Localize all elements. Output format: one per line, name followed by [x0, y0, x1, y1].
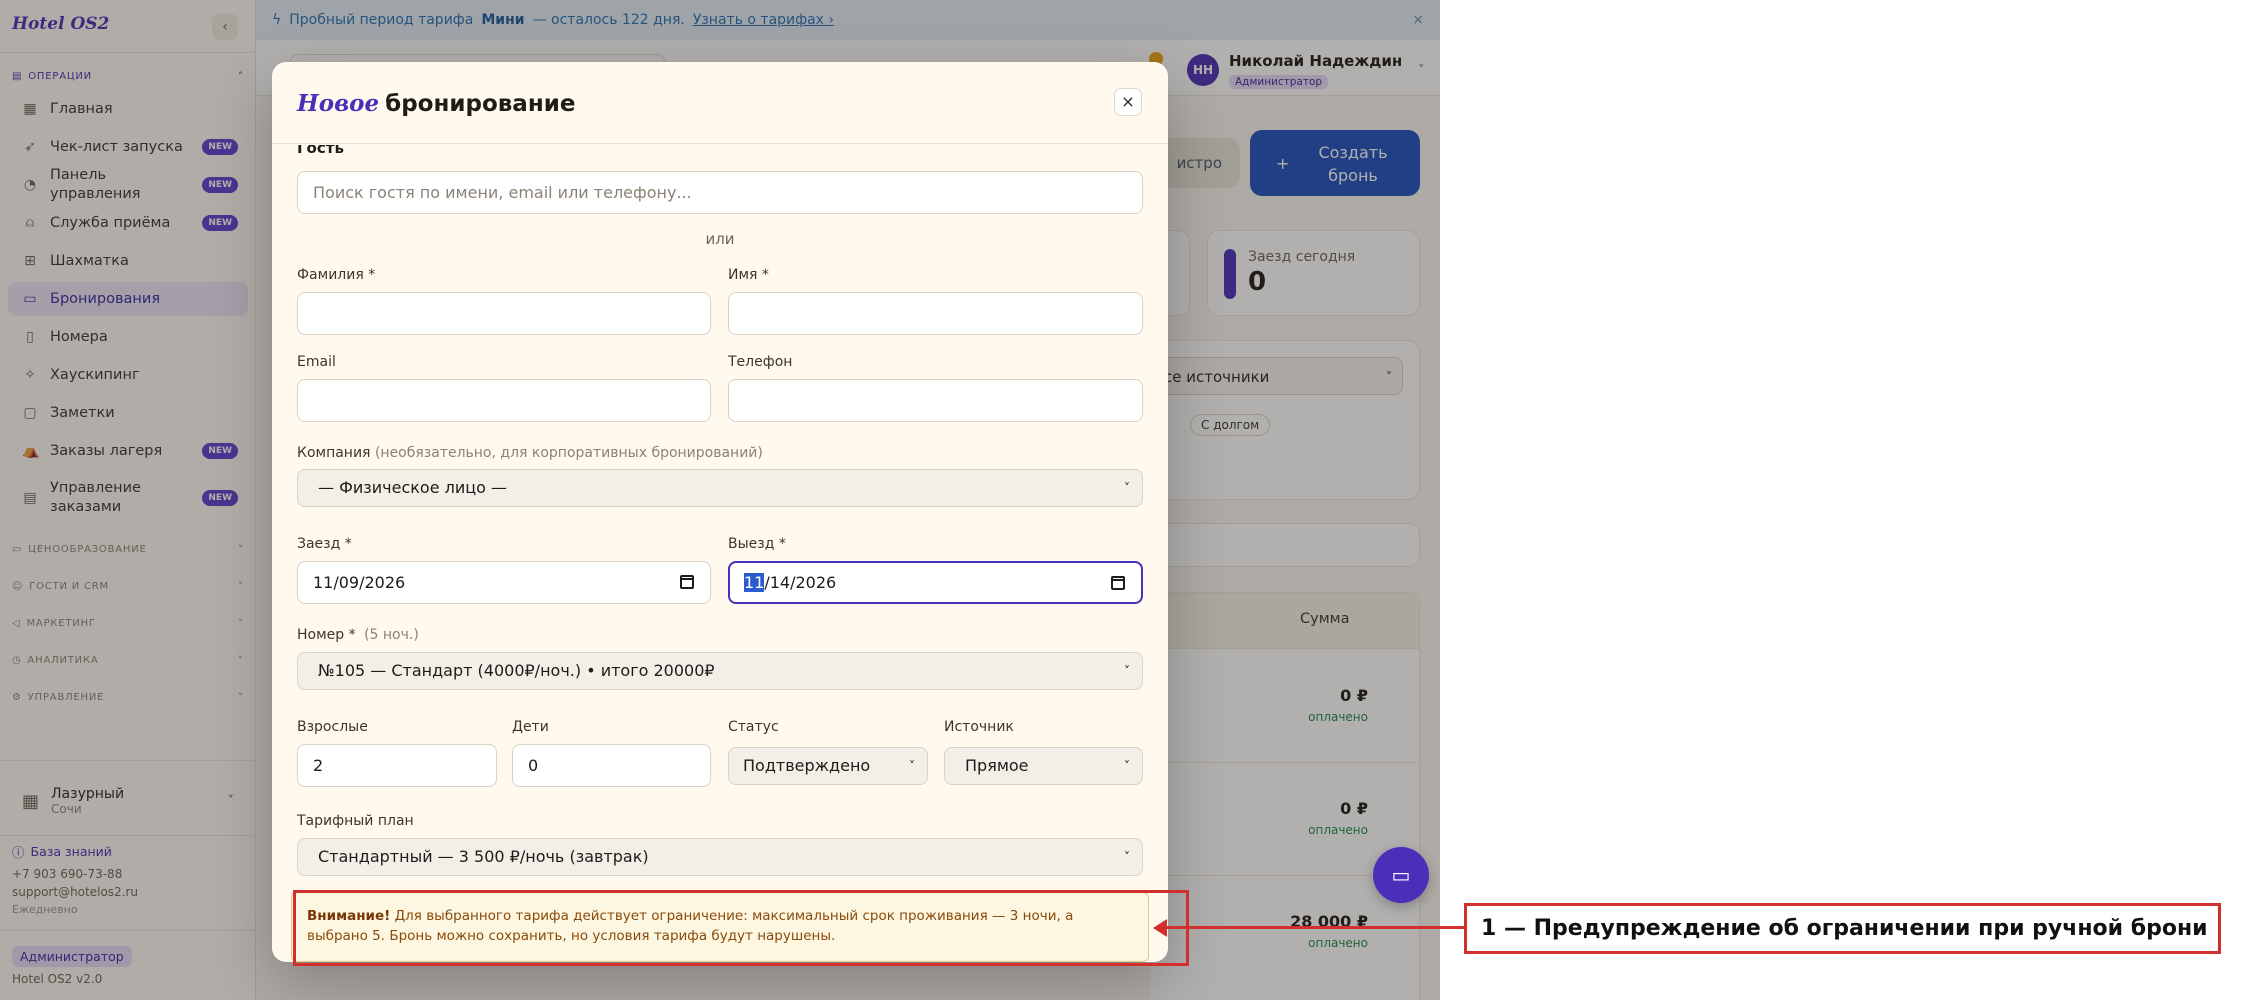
- new-booking-modal: Новое бронирование × Гость Поиск гостя по…: [272, 62, 1168, 962]
- source-value: Прямое: [965, 756, 1029, 775]
- room-value: №105 — Стандарт (4000₽/ноч.) • итого 200…: [318, 661, 715, 680]
- chevron-down-icon: ˅: [1124, 481, 1130, 495]
- children-label: Дети: [512, 719, 549, 735]
- annotation-label: 1 — Предупреждение об ограничении при ру…: [1464, 903, 2221, 954]
- annotation-arrow-head: [1153, 919, 1167, 937]
- room-label-text: Номер *: [297, 627, 356, 643]
- close-icon[interactable]: ×: [1114, 88, 1142, 116]
- modal-title-accent: Новое: [297, 90, 380, 117]
- calendar-icon[interactable]: [680, 575, 694, 589]
- children-field[interactable]: 0: [512, 744, 711, 787]
- adults-field[interactable]: 2: [297, 744, 497, 787]
- guest-search-input[interactable]: Поиск гостя по имени, email или телефону…: [297, 171, 1143, 214]
- first-name-field[interactable]: [728, 292, 1143, 335]
- modal-title-text: бронирование: [385, 91, 576, 117]
- checkout-date-field[interactable]: 11/14/2026: [728, 561, 1143, 604]
- checkout-label: Выезд *: [728, 536, 786, 552]
- app-window: Hotel OS2 ‹ ▤ Операции ˄ ▦ Главная ➶ Чек…: [0, 0, 1440, 1000]
- calendar-icon[interactable]: [1111, 576, 1125, 590]
- checkout-month-segment[interactable]: 11: [744, 573, 765, 592]
- status-select[interactable]: Подтверждено ˅: [728, 747, 928, 785]
- chevron-down-icon: ˅: [1124, 759, 1130, 773]
- annotation-connector-line: [1165, 926, 1465, 929]
- company-label-text: Компания: [297, 445, 371, 461]
- modal-header: Новое бронирование ×: [272, 62, 1168, 144]
- first-name-label: Имя *: [728, 267, 769, 283]
- company-select[interactable]: — Физическое лицо — ˅: [297, 469, 1143, 507]
- rate-plan-label: Тарифный план: [297, 813, 414, 829]
- status-value: Подтверждено: [743, 756, 871, 775]
- rate-plan-select[interactable]: Стандартный — 3 500 ₽/ночь (завтрак) ˅: [297, 838, 1143, 876]
- room-label: Номер * (5 ноч.): [297, 627, 419, 643]
- adults-label: Взрослые: [297, 719, 368, 735]
- phone-field[interactable]: [728, 379, 1143, 422]
- chevron-down-icon: ˅: [909, 759, 915, 773]
- or-separator: или: [705, 230, 735, 248]
- modal-title: Новое бронирование: [297, 90, 575, 117]
- chevron-down-icon: ˅: [1124, 850, 1130, 864]
- room-nights: (5 ноч.): [364, 627, 419, 643]
- modal-body: Гость Поиск гостя по имени, email или те…: [272, 145, 1168, 962]
- source-label: Источник: [944, 719, 1014, 735]
- chat-icon[interactable]: ▭: [1373, 847, 1429, 903]
- annotation-highlight-box: [293, 890, 1189, 966]
- email-label: Email: [297, 354, 336, 370]
- source-select[interactable]: Прямое ˅: [944, 747, 1143, 785]
- company-label: Компания (необязательно, для корпоративн…: [297, 445, 763, 461]
- status-label: Статус: [728, 719, 779, 735]
- last-name-field[interactable]: [297, 292, 711, 335]
- company-hint: (необязательно, для корпоративных бронир…: [374, 445, 763, 461]
- checkin-label: Заезд *: [297, 536, 352, 552]
- rate-plan-value: Стандартный — 3 500 ₽/ночь (завтрак): [318, 847, 649, 866]
- checkin-value: 11/09/2026: [313, 573, 406, 592]
- checkout-rest: /14/2026: [764, 573, 837, 592]
- guest-section-title: Гость: [297, 145, 344, 157]
- checkin-date-field[interactable]: 11/09/2026: [297, 561, 711, 604]
- email-field[interactable]: [297, 379, 711, 422]
- company-value: — Физическое лицо —: [318, 478, 508, 497]
- last-name-label: Фамилия *: [297, 267, 376, 283]
- phone-label: Телефон: [728, 354, 793, 370]
- chevron-down-icon: ˅: [1124, 664, 1130, 678]
- room-select[interactable]: №105 — Стандарт (4000₽/ноч.) • итого 200…: [297, 652, 1143, 690]
